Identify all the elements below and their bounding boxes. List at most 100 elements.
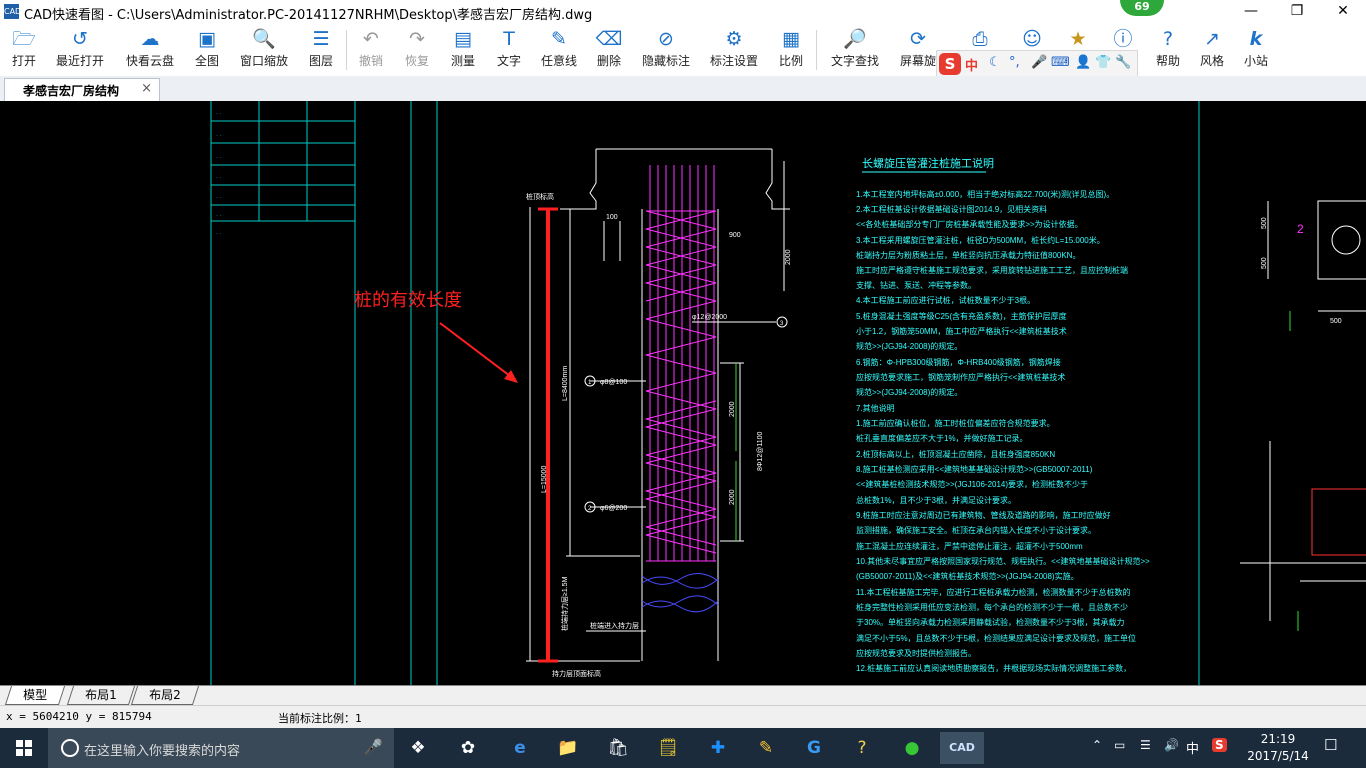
main-toolbar: 🗁 打开 ↺ 最近打开 ☁ 快看云盘 ▣ 全图 🔍 窗口缩放 ☰ 图层 ↶ 撤销 ↷ 恢复 ▤ 测…: [0, 24, 1366, 76]
app-g-icon[interactable]: G: [794, 732, 834, 764]
effective-length-marker: [439, 207, 558, 663]
note-line: 于30%。单桩竖向承载力检测采用静载试验，检测数量不少于3根，其承载力: [856, 617, 1124, 627]
title-bar: CAD CAD快速看图 - C:\Users\Administrator.PC-…: [0, 0, 1366, 24]
note-line: 施工时应严格遵守桩基施工规范要求，采用旋转钻进施工工艺，且应控制桩端: [856, 265, 1128, 275]
layout-tabs: 模型 布局1 布局2: [0, 685, 1366, 706]
freeline-button[interactable]: ✎ 任意线: [538, 26, 580, 74]
tab-drawing[interactable]: 孝感吉宏厂房结构 ×: [4, 78, 160, 101]
note-line: 4.本工程施工前应进行试桩，试桩数量不少于3根。: [856, 295, 1035, 305]
tray-overflow-icon[interactable]: ⌃: [1092, 738, 1102, 752]
label-dim-2000b: 2000: [729, 401, 736, 417]
k-station-icon: k: [1249, 28, 1263, 50]
note-line: <<建筑基桩检测技术规范>>(JGJ106-2014)要求，检测桩数不少于: [856, 479, 1088, 489]
recent-open-button[interactable]: ↺ 最近打开: [52, 26, 108, 74]
help-icon: ?: [1162, 28, 1174, 50]
taskbar-search[interactable]: 在这里输入你要搜索的内容 🎤: [48, 728, 394, 768]
note-line: 2.本工程桩基设计依据基础设计图2014.9，见相关资料: [856, 204, 1047, 214]
skin-icon[interactable]: 👕: [1095, 55, 1111, 70]
note-line: 应按规范要求及时提供检测报告。: [856, 648, 976, 658]
layers-button[interactable]: ☰ 图层: [304, 26, 338, 74]
note-line: 规范>>(JGJ94-2008)的规定。: [856, 341, 962, 351]
app-edit-icon[interactable]: ✎: [746, 732, 786, 764]
label-base: 持力层顶面标高: [552, 669, 601, 678]
app-swirl-icon[interactable]: ✿: [448, 732, 488, 764]
sogou-tray-icon[interactable]: S: [1212, 738, 1227, 752]
document-tab-bar: 孝感吉宏厂房结构 ×: [0, 76, 1366, 102]
system-clock[interactable]: 21:19 2017/5/14: [1238, 731, 1318, 765]
rotate-screen-button[interactable]: ⟳ 屏幕旋: [896, 26, 940, 74]
microphone-icon[interactable]: 🎤: [364, 738, 383, 756]
label-dim-2000c: 2000: [729, 489, 736, 505]
close-icon[interactable]: ×: [141, 81, 152, 96]
svg-text:· ·: · ·: [216, 155, 222, 161]
notification-badge[interactable]: 69: [1120, 0, 1164, 16]
close-button[interactable]: ✕: [1320, 0, 1366, 24]
cloud-disk-button[interactable]: ☁ 快看云盘: [120, 26, 180, 74]
help-button[interactable]: ? 帮助: [1148, 26, 1188, 74]
annotation-settings-button[interactable]: ⚙ 标注设置: [706, 26, 762, 74]
vip-icon: ★: [1069, 28, 1087, 50]
note-line: 8.施工桩基检测应采用<<建筑地基基础设计规范>>(GB50007-2011): [856, 464, 1093, 474]
wifi-icon[interactable]: ☰: [1140, 738, 1151, 752]
windows-logo-icon: [16, 740, 32, 756]
store-icon[interactable]: 🛍: [598, 732, 638, 764]
note-line: <<各处桩基础部分专门厂房桩基承载性能及要求>>为设计依据。: [856, 219, 1083, 229]
style-button[interactable]: ↗ 风格: [1194, 26, 1230, 74]
fit-all-button[interactable]: ▣ 全图: [190, 26, 224, 74]
svg-text:· ·: · ·: [216, 195, 222, 201]
svg-text:· ·: · ·: [216, 111, 222, 117]
delete-button[interactable]: ⌫ 删除: [592, 26, 626, 74]
svg-text:3: 3: [780, 321, 784, 327]
reinforcement-cage: [645, 165, 717, 562]
wrench-icon[interactable]: 🔧: [1115, 55, 1131, 70]
text-search-icon: 🔎: [843, 28, 867, 50]
redo-button[interactable]: ↷ 恢复: [400, 26, 434, 74]
measure-button[interactable]: ▤ 测量: [446, 26, 480, 74]
right-detail: [1240, 200, 1366, 621]
ime-mode-toggle[interactable]: 中: [965, 55, 978, 74]
file-explorer-icon[interactable]: 📁: [548, 732, 588, 764]
restore-button[interactable]: ❐: [1274, 0, 1320, 24]
drawing-canvas[interactable]: · · · · · · · · · · · · · · 1 2 3 桩顶标高 1…: [0, 101, 1366, 685]
scale-icon: ▦: [782, 28, 800, 50]
undo-button[interactable]: ↶ 撤销: [354, 26, 388, 74]
start-button[interactable]: [0, 728, 48, 768]
cad-app-icon[interactable]: CAD: [940, 732, 984, 764]
input-language[interactable]: 中: [1186, 738, 1199, 757]
app-help-icon[interactable]: ?: [842, 732, 882, 764]
status-bar: x = 5604210 y = 815794 当前标注比例：1: [0, 705, 1366, 728]
svg-text:500: 500: [1261, 217, 1268, 229]
minimize-button[interactable]: —: [1228, 0, 1274, 24]
tab-title: 孝感吉宏厂房结构: [23, 84, 120, 98]
tab-layout2[interactable]: 布局2: [130, 686, 199, 705]
text-search-button[interactable]: 🔎 文字查找: [826, 26, 884, 74]
notification-icon[interactable]: ☐: [1324, 736, 1337, 754]
tab-layout1[interactable]: 布局1: [66, 686, 135, 705]
keyboard-icon[interactable]: ⌨: [1051, 55, 1070, 70]
rotate-screen-icon: ⟳: [910, 28, 926, 50]
punctuation-icon[interactable]: °,: [1009, 55, 1020, 70]
tray-device-icon[interactable]: ▭: [1114, 738, 1125, 752]
open-button[interactable]: 🗁 打开: [4, 26, 44, 74]
volume-icon[interactable]: 🔊: [1164, 738, 1179, 752]
text-button[interactable]: T 文字: [492, 26, 526, 74]
moon-icon[interactable]: ☾: [989, 55, 1001, 70]
app-plus-icon[interactable]: ✚: [698, 732, 738, 764]
task-view-icon[interactable]: ❖: [398, 732, 438, 764]
note-line: 应按规范要求施工，钢筋笼制作应严格执行<<建筑桩基技术: [856, 372, 1065, 382]
hide-annotation-button[interactable]: ⊘ 隐藏标注: [638, 26, 694, 74]
note-line: 9.桩施工时应注意对周边已有建筑物、管线及道路的影响，施工时应做好: [856, 510, 1111, 520]
account-icon[interactable]: 👤: [1075, 55, 1091, 70]
edge-icon[interactable]: e: [500, 732, 540, 764]
scale-button[interactable]: ▦ 比例: [774, 26, 808, 74]
window-zoom-button[interactable]: 🔍 窗口缩放: [236, 26, 292, 74]
undo-icon: ↶: [363, 28, 379, 50]
ime-logo[interactable]: S: [939, 53, 961, 75]
window-title: CAD快速看图 - C:\Users\Administrator.PC-2014…: [24, 8, 593, 23]
app-360-icon[interactable]: ●: [892, 732, 932, 764]
microphone-icon[interactable]: 🎤: [1031, 55, 1047, 70]
tab-model[interactable]: 模型: [4, 686, 66, 705]
note-line: 支撑、钻进、泵送、冲程等参数。: [856, 280, 976, 290]
station-button[interactable]: k 小站: [1238, 26, 1274, 74]
notes-icon[interactable]: 🗒: [648, 732, 688, 764]
